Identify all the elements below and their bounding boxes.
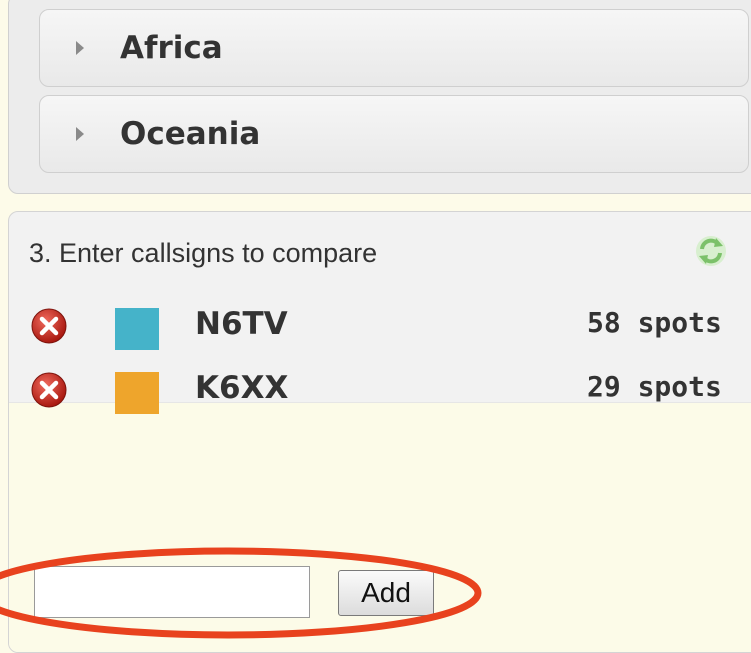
remove-icon[interactable] [31, 308, 67, 344]
triangle-right-icon [76, 41, 84, 55]
remove-icon[interactable] [31, 372, 67, 408]
callsign-color-swatch [115, 308, 159, 350]
callsign-row: N6TV 58 spots [9, 298, 751, 358]
accordion-oceania[interactable]: Oceania [39, 95, 749, 173]
callsign-label: N6TV [195, 306, 288, 342]
accordion-label: Africa [120, 30, 223, 66]
region-panel: Africa Oceania [8, 0, 751, 194]
refresh-icon[interactable] [694, 234, 728, 268]
triangle-right-icon [76, 127, 84, 141]
spot-count: 58 spots [587, 306, 722, 339]
callsign-label: K6XX [195, 370, 289, 406]
callsign-input[interactable] [34, 566, 310, 618]
spot-count: 29 spots [587, 370, 722, 403]
accordion-africa[interactable]: Africa [39, 9, 749, 87]
compare-section-title: 3. Enter callsigns to compare [29, 238, 378, 268]
accordion-label: Oceania [120, 116, 261, 152]
callsign-row: K6XX 29 spots [9, 362, 751, 422]
callsign-color-swatch [115, 372, 159, 414]
add-button[interactable]: Add [338, 570, 434, 616]
